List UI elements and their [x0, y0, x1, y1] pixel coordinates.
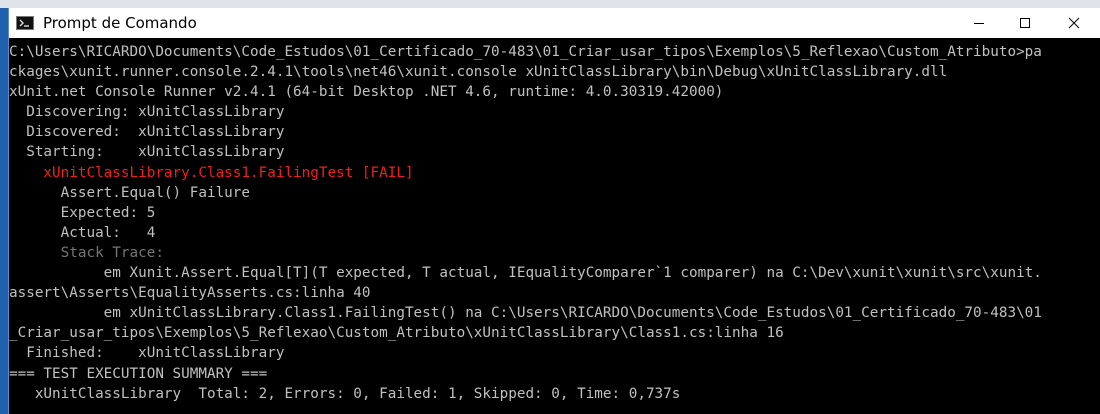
console-line: Discovering: xUnitClassLibrary [9, 104, 285, 121]
minimize-button[interactable] [956, 8, 1002, 38]
console-line: Discovered: xUnitClassLibrary [9, 124, 285, 141]
console-line: xUnitClassLibrary.Class1.FailingTest [FA… [9, 164, 414, 181]
window-controls [956, 8, 1100, 38]
console-line: xUnit.net Console Runner v2.4.1 (64-bit … [9, 84, 724, 101]
background-taskbar-strip [0, 0, 1100, 8]
console-line: assert\Asserts\EqualityAsserts.cs:linha … [9, 285, 371, 302]
console-line: ckages\xunit.runner.console.2.4.1\tools\… [9, 64, 948, 81]
console-line: Finished: xUnitClassLibrary [9, 345, 285, 362]
console-line: Starting: xUnitClassLibrary [9, 144, 285, 161]
command-prompt-icon [16, 16, 34, 30]
console-line: _Criar_usar_tipos\Exemplos\5_Reflexao\Cu… [9, 325, 784, 342]
console-line: Stack Trace: [9, 244, 164, 261]
command-prompt-window: Prompt de Comando C:\Users\RICARDO\Docum… [8, 8, 1100, 414]
console-line: === TEST EXECUTION SUMMARY === [9, 365, 268, 382]
close-icon [1068, 17, 1080, 29]
console-line: em xUnitClassLibrary.Class1.FailingTest(… [9, 305, 1042, 322]
maximize-button[interactable] [1002, 8, 1048, 38]
window-title: Prompt de Comando [43, 14, 197, 32]
console-line: em Xunit.Assert.Equal[T](T expected, T a… [9, 265, 1042, 282]
console-line: xUnitClassLibrary Total: 2, Errors: 0, F… [9, 385, 681, 402]
console-line: Assert.Equal() Failure [9, 184, 251, 201]
title-bar[interactable]: Prompt de Comando [9, 8, 1100, 38]
background-window-edge [0, 0, 8, 414]
minimize-icon [974, 23, 984, 24]
close-button[interactable] [1048, 8, 1100, 38]
console-line: C:\Users\RICARDO\Documents\Code_Estudos\… [9, 44, 1042, 60]
console-output[interactable]: C:\Users\RICARDO\Documents\Code_Estudos\… [9, 42, 1100, 414]
console-line: Expected: 5 [9, 204, 156, 221]
console-line: Actual: 4 [9, 224, 156, 241]
maximize-icon [1020, 18, 1030, 28]
